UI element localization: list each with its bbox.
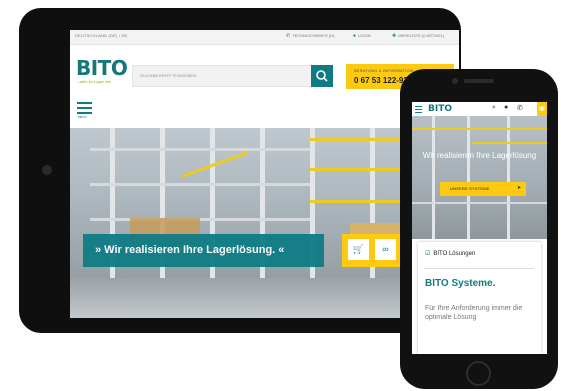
search-icon — [316, 70, 328, 82]
link-icon[interactable]: ∞ — [375, 239, 396, 260]
mobile-hero-image: Wir realisieren Ihre Lagerlösung UNSERE … — [412, 116, 547, 239]
cart-icon[interactable]: ▣ — [537, 102, 547, 116]
topbar-link-info[interactable]: ✆ TECHNISCHEINFO (H) — [286, 33, 334, 39]
phone-speaker — [464, 79, 494, 83]
search-input[interactable]: SUCHBEGRIFF EINGEBEN — [132, 65, 312, 87]
phone-icon[interactable]: ✆ — [517, 104, 523, 112]
search-button[interactable] — [311, 65, 333, 87]
hero-banner-text: » Wir realisieren Ihre Lagerlösung. « — [95, 244, 285, 256]
tablet-device: DEUTSCHLAND (DE) / DE ✆ TECHNISCHEINFO (H… — [19, 8, 461, 333]
mobile-header: BITO ⌕ ● ✆ ▣ — [412, 102, 547, 117]
divider — [424, 268, 534, 269]
topbar-link-watchlist[interactable]: ✚ MERKLISTE (0 ARTIKEL) — [392, 33, 444, 39]
phone-device: BITO ⌕ ● ✆ ▣ Wir realisieren Ihre Lagerl… — [400, 69, 558, 389]
topbar-link-login[interactable]: ● LOGIN — [353, 33, 370, 39]
checkbox-icon: ☑ — [425, 251, 431, 257]
location-icon[interactable]: ● — [504, 104, 508, 111]
cart-icon[interactable]: 🛒 — [348, 239, 369, 260]
our-systems-button[interactable]: UNSERE SYSTEME ➤ — [440, 182, 526, 196]
phone-icon: ✆ — [286, 33, 291, 39]
search-icon[interactable]: ⌕ — [492, 104, 496, 112]
search-placeholder: SUCHBEGRIFF EINGEBEN — [140, 73, 197, 78]
hero-banner: » Wir realisieren Ihre Lagerlösung. « — [83, 234, 324, 267]
logo-tagline: ...alles im Lager frei — [76, 79, 111, 84]
card-title: BITO Systeme. — [425, 278, 496, 289]
logo-wordmark: BITO — [76, 56, 128, 80]
phone-screen: BITO ⌕ ● ✆ ▣ Wir realisieren Ihre Lagerl… — [412, 102, 547, 354]
country-selector[interactable]: DEUTSCHLAND (DE) / DE — [75, 33, 127, 38]
solutions-card: ☑ BITO Lösungen BITO Systeme. Für Ihre An… — [418, 242, 541, 354]
brand-logo[interactable]: BITO ...alles im Lager frei — [76, 56, 128, 89]
user-icon: ● — [353, 33, 357, 39]
bookmark-icon: ✚ — [392, 33, 397, 39]
menu-label: MENÜ — [78, 115, 87, 119]
mobile-hero-text: Wir realisieren Ihre Lagerlösung — [422, 151, 537, 160]
arrow-right-icon: ➤ — [517, 185, 522, 191]
contact-label: BERATUNG & INFORMATION — [354, 68, 413, 73]
category-item[interactable]: ☑ BITO Lösungen — [425, 250, 475, 257]
card-body: Für Ihre Anforderung immer die optimale … — [425, 305, 523, 321]
phone-camera — [452, 78, 458, 84]
mobile-logo[interactable]: BITO — [428, 104, 452, 114]
tablet-camera — [42, 165, 52, 175]
top-utility-bar: DEUTSCHLAND (DE) / DE ✆ TECHNISCHEINFO (H… — [70, 30, 459, 45]
home-button[interactable] — [466, 361, 491, 386]
hamburger-menu-icon[interactable] — [415, 106, 422, 115]
